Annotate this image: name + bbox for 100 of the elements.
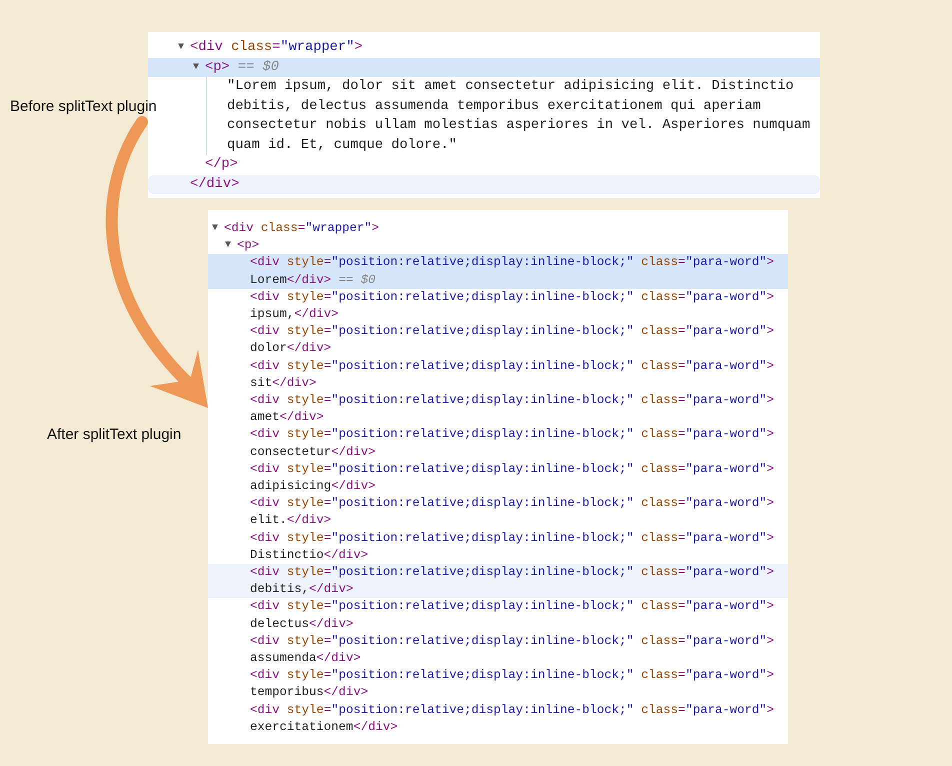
- word-text: Lorem: [250, 272, 287, 289]
- attribute-token: class: [640, 392, 678, 410]
- tag-token: =: [678, 323, 686, 340]
- tag-token: =: [324, 667, 332, 684]
- tag-token: </div>: [353, 718, 398, 736]
- tag-token: >: [766, 632, 774, 650]
- tag-token: </div>: [286, 340, 332, 358]
- node-text: "Lorem ipsum, dolor sit amet consectetur adipisicing elit. Distinctio debitis, delectus assumenda temporibus exercitationem qui aperiam consectetur nobis ullam molestias asperiores in vel. Asperiores numquam quam id. Et, cumque dolore.": [227, 78, 812, 154]
- value-token: "position:relative;display:inline-block;": [331, 460, 634, 478]
- tag-token: </div>: [286, 512, 332, 530]
- tag-token: =: [678, 598, 686, 616]
- expand-toggle[interactable]: ▼: [225, 237, 237, 254]
- tag-token: =: [298, 220, 306, 237]
- highlighted-row[interactable]: ▼ <p> == $0: [148, 58, 820, 77]
- tag-token: <div: [250, 667, 280, 684]
- attribute-token: class: [640, 495, 678, 512]
- tag-token: </div>: [294, 306, 339, 324]
- tag-token: <div: [250, 358, 280, 375]
- tag-token: </div>: [331, 444, 376, 461]
- tag-token: </div>: [190, 176, 240, 194]
- attribute-token: class: [640, 460, 678, 478]
- tag-token: =: [678, 254, 686, 272]
- tag-token: =: [324, 495, 332, 512]
- word-text: Distinctio: [250, 546, 324, 564]
- tag-token: =: [678, 632, 686, 650]
- tag-token: >: [766, 598, 774, 616]
- tag-token: </div>: [324, 546, 368, 564]
- word-text: consectetur: [250, 444, 332, 461]
- value-token: "position:relative;display:inline-block;": [331, 632, 634, 650]
- expand-toggle[interactable]: ▼: [212, 220, 224, 238]
- value-token: "para-word": [685, 632, 767, 650]
- attribute-token: class: [640, 667, 678, 684]
- word-text: ipsum,: [250, 306, 294, 324]
- tag-token: >: [766, 530, 774, 547]
- value-token: "para-word": [685, 702, 767, 719]
- expand-toggle[interactable]: ▼: [178, 38, 190, 58]
- tag-token: <div: [224, 220, 254, 237]
- tag-token: >: [766, 254, 774, 272]
- attribute-token: style: [286, 254, 324, 272]
- value-token: "position:relative;display:inline-block;": [331, 530, 634, 547]
- tag-token: =: [324, 564, 332, 582]
- tag-token: >: [766, 667, 774, 684]
- value-token: "wrapper": [305, 220, 372, 237]
- attribute-token: class: [640, 254, 678, 272]
- tag-token: =: [272, 39, 280, 57]
- tag-token: </div>: [309, 581, 354, 598]
- value-token: "para-word": [685, 323, 767, 340]
- tag-token: </div>: [331, 478, 376, 496]
- tag-token: <div: [250, 460, 280, 478]
- tag-token: <div: [250, 288, 280, 306]
- word-text: delectus: [250, 616, 310, 633]
- tag-token: <div: [250, 564, 280, 582]
- value-token: "position:relative;display:inline-block;": [331, 598, 634, 616]
- word-text: elit.: [250, 512, 287, 530]
- attribute-token: class: [640, 564, 678, 582]
- word-text: sit: [250, 374, 272, 392]
- attribute-token: style: [286, 530, 324, 547]
- value-token: "para-word": [685, 288, 767, 306]
- attribute-token: style: [286, 358, 324, 375]
- attribute-token: class: [640, 323, 678, 340]
- attribute-token: style: [286, 460, 324, 478]
- tag-token: <div: [250, 426, 280, 444]
- tag-token: >: [354, 39, 363, 57]
- attribute-token: style: [286, 323, 324, 340]
- tag-token: >: [766, 358, 774, 375]
- tag-token: <div: [250, 530, 280, 547]
- highlighted-row[interactable]: <div style="position:relative;display:inline-block;" class="para-word"> debitis,</div>: [208, 564, 788, 598]
- tag-token: </div>: [286, 272, 332, 289]
- attribute-token: class: [260, 220, 298, 237]
- tag-token: =: [324, 426, 332, 444]
- tag-token: >: [372, 220, 380, 237]
- attribute-token: style: [286, 598, 324, 616]
- tag-token: <div: [250, 392, 280, 410]
- value-token: "para-word": [685, 495, 767, 512]
- tag-token: >: [766, 564, 774, 582]
- value-token: "para-word": [685, 530, 767, 547]
- tag-token: =: [324, 530, 332, 547]
- tag-token: =: [678, 564, 686, 582]
- tag-token: </p>: [205, 156, 238, 174]
- tag-token: <p>: [205, 58, 230, 76]
- highlighted-row[interactable]: </div>: [148, 174, 820, 194]
- expand-toggle[interactable]: ▼: [193, 58, 205, 77]
- tag-token: =: [324, 392, 332, 410]
- tag-token: =: [678, 460, 686, 478]
- tag-token: <div: [250, 598, 280, 616]
- tag-token: <div: [190, 39, 223, 57]
- tag-token: =: [324, 288, 332, 306]
- tag-token: =: [324, 358, 332, 375]
- value-token: "position:relative;display:inline-block;": [331, 358, 634, 375]
- attribute-token: class: [640, 358, 678, 375]
- value-token: "para-word": [685, 667, 767, 684]
- attribute-token: class: [640, 426, 678, 444]
- tag-token: <div: [250, 632, 280, 650]
- value-token: "para-word": [685, 426, 767, 444]
- highlighted-row[interactable]: <div style="position:relative;display:inline-block;" class="para-word"> Lorem</div> == $0: [208, 254, 788, 289]
- attribute-token: style: [286, 392, 324, 410]
- word-text: exercitationem: [250, 718, 354, 736]
- value-token: "position:relative;display:inline-block;": [331, 564, 634, 582]
- tag-token: =: [678, 495, 686, 512]
- tag-token: >: [766, 323, 774, 340]
